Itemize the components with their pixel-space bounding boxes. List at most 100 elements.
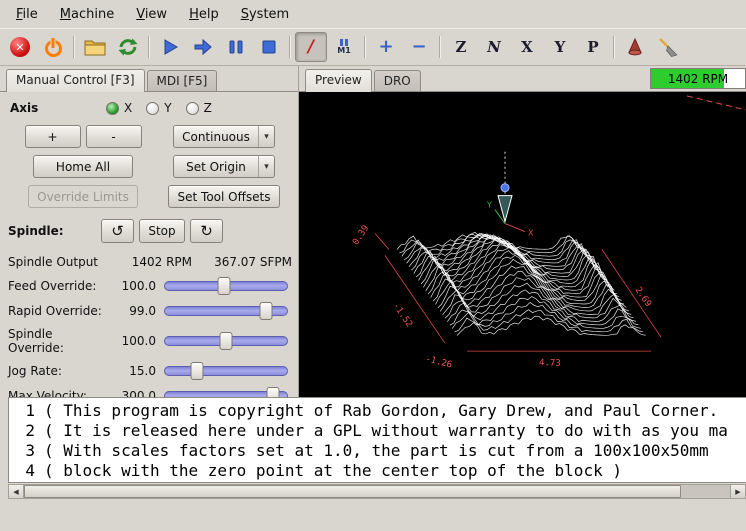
tab-mdi[interactable]: MDI [F5] bbox=[147, 70, 218, 91]
preview-panel: Preview DRO 1402 RPM 0 bbox=[299, 66, 746, 397]
scroll-right-button[interactable]: ▶ bbox=[730, 485, 745, 498]
machine-limit-line bbox=[687, 96, 746, 110]
zoom-out-button[interactable]: − bbox=[403, 32, 435, 62]
jog-increment-select[interactable]: Continuous ▾ bbox=[173, 125, 275, 148]
menu-file[interactable]: File bbox=[6, 3, 48, 26]
machine-power-button[interactable] bbox=[37, 32, 69, 62]
rotate-cw-icon: ↻ bbox=[200, 222, 213, 240]
view-rotated-top-button[interactable]: N bbox=[478, 32, 510, 62]
control-tabs: Manual Control [F3] MDI [F5] bbox=[0, 66, 298, 91]
stop-program-button[interactable] bbox=[253, 32, 285, 62]
tab-manual-control[interactable]: Manual Control [F3] bbox=[6, 69, 145, 92]
menu-machine[interactable]: Machine bbox=[50, 3, 124, 26]
spindle-output-row: Spindle Output 1402 RPM 367.07 SFPM bbox=[8, 255, 290, 269]
dim-label-5: 2.69 bbox=[633, 285, 653, 308]
spindle-override-slider[interactable] bbox=[164, 332, 288, 350]
dim-label-4: 4.73 bbox=[539, 358, 561, 369]
slider-handle[interactable] bbox=[259, 302, 272, 320]
tab-preview[interactable]: Preview bbox=[305, 69, 372, 92]
feed-override-row: Feed Override: 100.0 bbox=[8, 277, 290, 295]
pause-program-button[interactable] bbox=[220, 32, 252, 62]
scrollbar-track[interactable] bbox=[24, 485, 730, 498]
preview-canvas[interactable]: 0.39 -1.52 -1.26 4.73 2.69 X Y bbox=[299, 91, 746, 397]
rapid-override-slider[interactable] bbox=[164, 302, 288, 320]
gcode-hscrollbar[interactable]: ◀ ▶ bbox=[8, 484, 746, 499]
set-origin-button[interactable]: Set Origin ▾ bbox=[173, 155, 275, 178]
view-top-button[interactable]: Z bbox=[445, 32, 477, 62]
spindle-override-label: Spindle Override: bbox=[8, 327, 106, 355]
scrollbar-thumb[interactable] bbox=[24, 485, 681, 498]
step-arrow-icon bbox=[192, 36, 214, 58]
view-perspective-button[interactable]: P bbox=[577, 32, 609, 62]
view-side-icon: X bbox=[521, 38, 533, 56]
slider-handle[interactable] bbox=[267, 387, 280, 397]
rpm-meter-text: 1402 RPM bbox=[651, 69, 745, 88]
preview-plot: 0.39 -1.52 -1.26 4.73 2.69 X Y bbox=[299, 92, 746, 397]
toolbar-separator bbox=[148, 36, 150, 58]
menu-help[interactable]: Help bbox=[179, 3, 229, 26]
open-file-button[interactable] bbox=[79, 32, 111, 62]
toolbar-separator bbox=[364, 36, 366, 58]
axis-radio-z[interactable]: Z bbox=[186, 101, 212, 115]
jog-increment-value: Continuous bbox=[174, 130, 258, 144]
view-side-button[interactable]: X bbox=[511, 32, 543, 62]
axis-radio-y[interactable]: Y bbox=[146, 101, 171, 115]
menu-view[interactable]: View bbox=[126, 3, 177, 26]
gcode-line[interactable]: 3( With scales factors set at 1.0, the p… bbox=[9, 441, 746, 461]
jog-minus-button[interactable]: - bbox=[86, 125, 142, 148]
spindle-cw-button[interactable]: ↻ bbox=[190, 219, 223, 243]
set-tool-offsets-button[interactable]: Set Tool Offsets bbox=[168, 185, 280, 208]
spindle-override-value: 100.0 bbox=[106, 334, 156, 348]
spindle-ccw-button[interactable]: ↺ bbox=[101, 219, 134, 243]
origin-axes: X Y bbox=[486, 201, 534, 238]
feed-override-label: Feed Override: bbox=[8, 279, 106, 293]
home-all-button[interactable]: Home All bbox=[33, 155, 133, 178]
view-front-icon: Y bbox=[555, 38, 566, 56]
reload-file-button[interactable] bbox=[112, 32, 144, 62]
preview-tabs: Preview DRO 1402 RPM bbox=[299, 66, 746, 91]
clear-plot-button[interactable] bbox=[652, 32, 684, 62]
spindle-label: Spindle: bbox=[8, 224, 96, 238]
dimension-labels: 0.39 -1.52 -1.26 4.73 2.69 bbox=[351, 224, 653, 371]
manual-control-panel: Axis X Y Z + bbox=[0, 91, 298, 397]
spindle-override-row: Spindle Override: 100.0 bbox=[8, 327, 290, 355]
override-limits-button[interactable]: Override Limits bbox=[28, 185, 138, 208]
jog-rate-slider[interactable] bbox=[164, 362, 288, 380]
scroll-left-button[interactable]: ◀ bbox=[9, 485, 24, 498]
slider-handle[interactable] bbox=[220, 332, 233, 350]
feed-override-slider[interactable] bbox=[164, 277, 288, 295]
gcode-line[interactable]: 4( block with the zero point at the cent… bbox=[9, 461, 746, 481]
skip-lines-button[interactable]: / bbox=[295, 32, 327, 62]
slider-handle[interactable] bbox=[191, 362, 204, 380]
control-panel: Manual Control [F3] MDI [F5] Axis X Y bbox=[0, 66, 299, 397]
zoom-in-button[interactable]: + bbox=[370, 32, 402, 62]
estop-button[interactable]: ✕ bbox=[4, 32, 36, 62]
feed-override-value: 100.0 bbox=[106, 279, 156, 293]
cone-icon bbox=[625, 37, 645, 57]
axis-radio-x[interactable]: X bbox=[106, 101, 132, 115]
spindle-stop-button[interactable]: Stop bbox=[139, 219, 185, 243]
tool-holder-dot bbox=[501, 184, 509, 192]
axis-selector: Axis X Y Z bbox=[10, 101, 288, 115]
view-front-button[interactable]: Y bbox=[544, 32, 576, 62]
rotate-view-button[interactable] bbox=[619, 32, 651, 62]
menu-system[interactable]: System bbox=[231, 3, 300, 26]
gcode-line[interactable]: 1( This program is copyright of Rab Gord… bbox=[9, 401, 746, 421]
max-velocity-slider[interactable] bbox=[164, 387, 288, 397]
run-program-button[interactable] bbox=[154, 32, 186, 62]
gcode-listing[interactable]: 1( This program is copyright of Rab Gord… bbox=[8, 397, 746, 483]
run-step-button[interactable] bbox=[187, 32, 219, 62]
view-perspective-icon: P bbox=[587, 38, 598, 56]
radio-icon bbox=[186, 102, 199, 115]
rotate-ccw-icon: ↺ bbox=[111, 222, 124, 240]
slider-handle[interactable] bbox=[217, 277, 230, 295]
skip-slash-icon: / bbox=[308, 37, 314, 57]
jog-plus-button[interactable]: + bbox=[25, 125, 81, 148]
dim-label-1: 0.39 bbox=[351, 224, 371, 248]
slider-trough[interactable] bbox=[164, 366, 288, 376]
max-velocity-value: 300.0 bbox=[106, 389, 156, 397]
toolbar-separator bbox=[439, 36, 441, 58]
optional-pause-button[interactable]: M1 bbox=[328, 32, 360, 62]
tab-dro[interactable]: DRO bbox=[374, 70, 421, 91]
gcode-line[interactable]: 2( It is released here under a GPL witho… bbox=[9, 421, 746, 441]
